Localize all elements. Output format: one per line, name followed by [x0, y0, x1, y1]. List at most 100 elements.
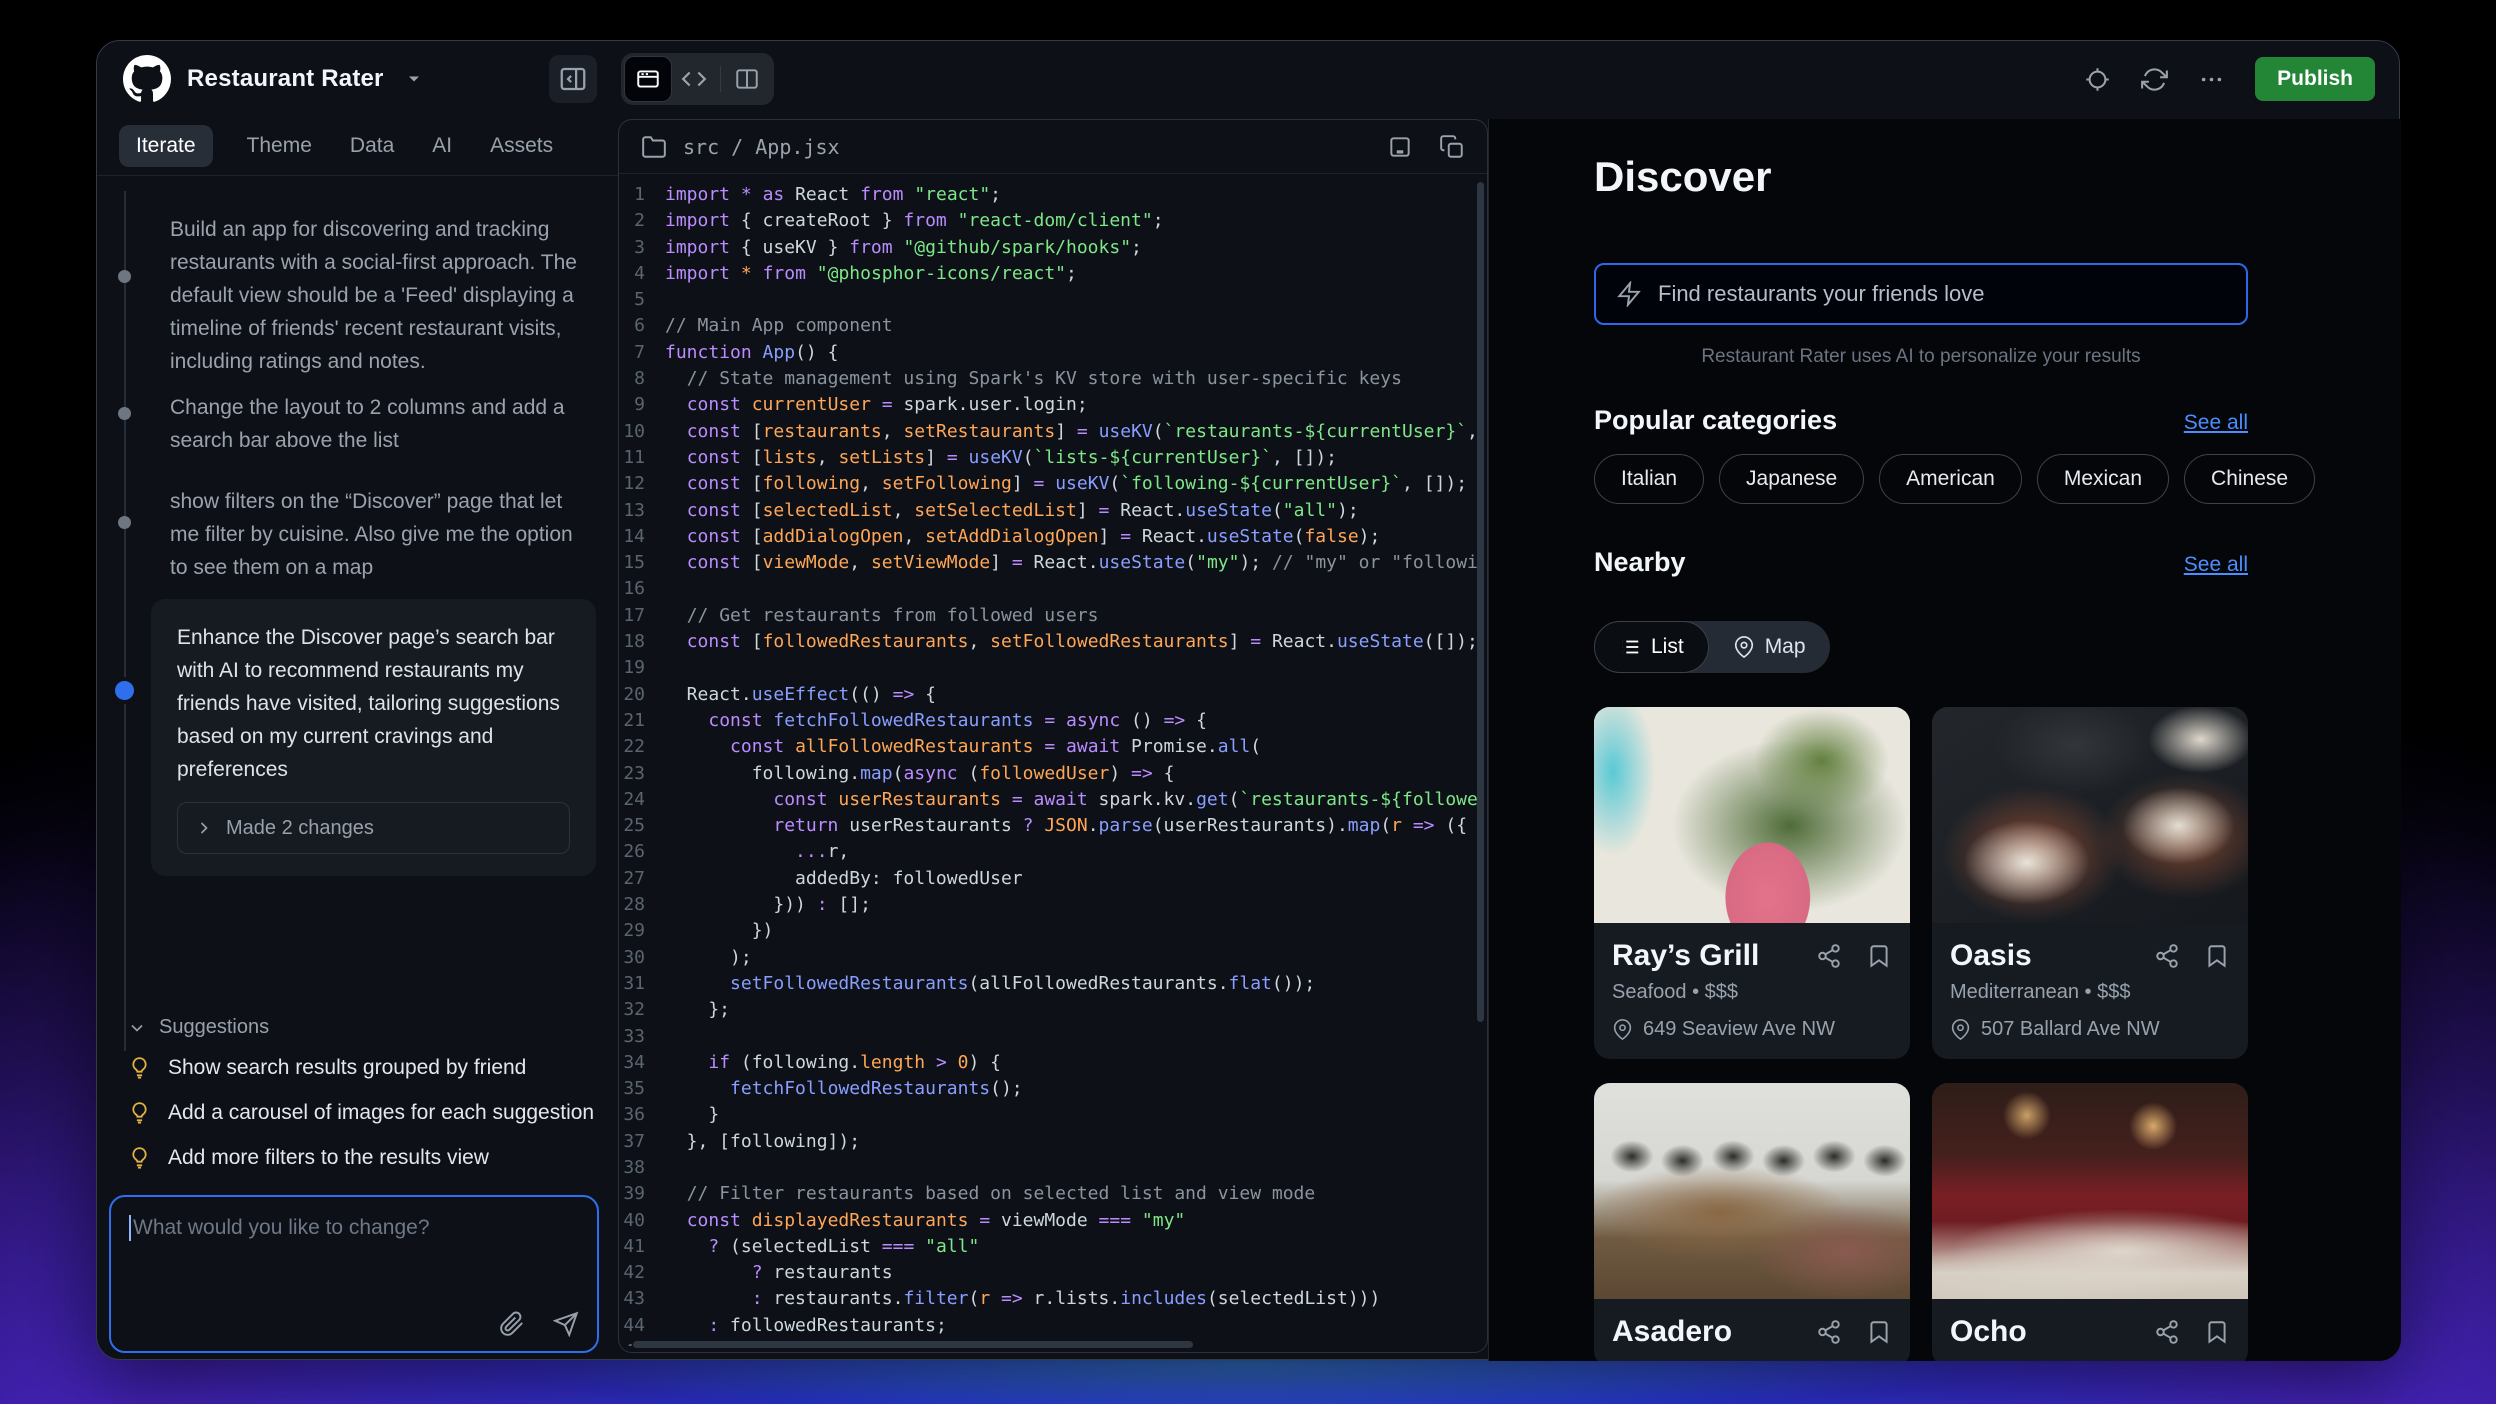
made-changes-button[interactable]: Made 2 changes	[177, 802, 570, 854]
timeline-item-text: Enhance the Discover page’s search bar w…	[177, 621, 570, 786]
folder-icon[interactable]	[641, 134, 667, 160]
send-button[interactable]	[553, 1311, 579, 1337]
tab-assets[interactable]: Assets	[486, 125, 557, 167]
publish-button[interactable]: Publish	[2255, 57, 2375, 101]
lightbulb-icon	[127, 1055, 152, 1080]
restaurant-card[interactable]: Ocho	[1932, 1083, 2248, 1361]
code-line: 17 // Get restaurants from followed user…	[619, 603, 1487, 629]
restaurant-name: Oasis	[1950, 939, 2154, 973]
more-options-button[interactable]	[2198, 66, 2225, 93]
suggestion-item[interactable]: Add a carousel of images for each sugges…	[127, 1100, 594, 1125]
popular-see-all-link[interactable]: See all	[2184, 411, 2248, 435]
code-line: 25 return userRestaurants ? JSON.parse(u…	[619, 813, 1487, 839]
suggestion-text: Show search results grouped by friend	[168, 1056, 526, 1080]
search-input[interactable]: Find restaurants your friends love	[1594, 263, 2248, 325]
code-line: 36 }	[619, 1102, 1487, 1128]
suggestion-item[interactable]: Add more filters to the results view	[127, 1145, 489, 1170]
chip-mexican[interactable]: Mexican	[2037, 454, 2169, 504]
print-button[interactable]	[1387, 134, 1413, 160]
tab-data[interactable]: Data	[346, 125, 398, 167]
timeline-item[interactable]: Build an app for discovering and trackin…	[170, 213, 578, 378]
restaurant-meta: Seafood • $$$	[1612, 981, 1892, 1005]
share-icon[interactable]	[1816, 1319, 1842, 1345]
preview-view-button[interactable]	[625, 57, 671, 101]
app-window: Restaurant Rater	[96, 40, 2400, 1360]
nearby-title: Nearby	[1594, 547, 1686, 578]
code-line: 11 const [lists, setLists] = useKV(`list…	[619, 445, 1487, 471]
chip-japanese[interactable]: Japanese	[1719, 454, 1864, 504]
tab-iterate[interactable]: Iterate	[119, 125, 213, 167]
code-line: 1import * as React from "react";	[619, 182, 1487, 208]
tab-theme[interactable]: Theme	[243, 125, 316, 167]
vertical-scrollbar[interactable]	[1477, 182, 1484, 1022]
chevron-down-icon	[127, 1018, 147, 1038]
toggle-map-label: Map	[1765, 635, 1806, 659]
refresh-icon	[2141, 66, 2168, 93]
split-columns-icon	[734, 66, 760, 92]
text-cursor	[129, 1215, 131, 1241]
restaurant-card[interactable]: Ray’s Grill Seafood • $$$ 649 Seaview Av…	[1594, 707, 1910, 1059]
timeline-dot-active	[115, 681, 134, 700]
prompt-placeholder: What would you like to change?	[133, 1216, 430, 1240]
timeline-rail	[124, 191, 126, 1051]
bookmark-icon[interactable]	[2204, 1319, 2230, 1345]
refresh-button[interactable]	[2141, 66, 2168, 93]
code-line: 30 );	[619, 945, 1487, 971]
chip-chinese[interactable]: Chinese	[2184, 454, 2315, 504]
chip-italian[interactable]: Italian	[1594, 454, 1704, 504]
copy-button[interactable]	[1439, 134, 1465, 160]
prompt-input[interactable]: What would you like to change?	[109, 1195, 599, 1353]
file-path: src / App.jsx	[683, 135, 840, 159]
restaurant-grid: Ray’s Grill Seafood • $$$ 649 Seaview Av…	[1594, 707, 2248, 1361]
code-line: 40 const displayedRestaurants = viewMode…	[619, 1208, 1487, 1234]
print-icon	[1387, 134, 1413, 160]
share-icon[interactable]	[2154, 943, 2180, 969]
brand[interactable]: Restaurant Rater	[123, 55, 424, 103]
attach-button[interactable]	[499, 1311, 525, 1337]
code-line: 41 ? (selectedList === "all"	[619, 1234, 1487, 1260]
lightbulb-icon	[127, 1100, 152, 1125]
view-switcher	[621, 53, 774, 105]
popular-section-header: Popular categories See all	[1594, 405, 2248, 436]
bookmark-icon[interactable]	[1866, 1319, 1892, 1345]
bookmark-icon[interactable]	[2204, 943, 2230, 969]
collapse-sidebar-button[interactable]	[549, 55, 597, 103]
split-view-button[interactable]	[724, 57, 770, 101]
chevron-down-icon[interactable]	[404, 69, 424, 89]
code-line: 13 const [selectedList, setSelectedList]…	[619, 498, 1487, 524]
timeline-item[interactable]: Change the layout to 2 columns and add a…	[170, 391, 578, 457]
suggestion-item[interactable]: Show search results grouped by friend	[127, 1055, 526, 1080]
restaurant-card[interactable]: Oasis Mediterranean • $$$ 507 Ballard Av…	[1932, 707, 2248, 1059]
divider	[720, 66, 721, 92]
suggestions-header[interactable]: Suggestions	[127, 1016, 269, 1039]
restaurant-card[interactable]: Asadero	[1594, 1083, 1910, 1361]
timeline-item[interactable]: show filters on the “Discover” page that…	[170, 485, 578, 584]
popular-title: Popular categories	[1594, 405, 1837, 436]
code-view-button[interactable]	[671, 57, 717, 101]
restaurant-address: 649 Seaview Ave NW	[1643, 1018, 1835, 1041]
tab-ai[interactable]: AI	[428, 125, 456, 167]
list-map-toggle: List Map	[1594, 621, 1830, 673]
code-line: 7function App() {	[619, 340, 1487, 366]
toggle-map-button[interactable]: Map	[1709, 621, 1830, 673]
restaurant-name: Asadero	[1612, 1315, 1816, 1349]
category-chips: Italian Japanese American Mexican Chines…	[1594, 454, 2248, 504]
code-area[interactable]: 1import * as React from "react";2import …	[619, 174, 1487, 1346]
share-icon[interactable]	[2154, 1319, 2180, 1345]
code-editor-panel: src / App.jsx 1import * as React from "r…	[618, 119, 1488, 1353]
target-button[interactable]	[2084, 66, 2111, 93]
code-line: 35 fetchFollowedRestaurants();	[619, 1076, 1487, 1102]
code-line: 2import { createRoot } from "react-dom/c…	[619, 208, 1487, 234]
code-line: 20 React.useEffect(() => {	[619, 682, 1487, 708]
share-icon[interactable]	[1816, 943, 1842, 969]
code-line: 27 addedBy: followedUser	[619, 866, 1487, 892]
nearby-see-all-link[interactable]: See all	[2184, 553, 2248, 577]
bookmark-icon[interactable]	[1866, 943, 1892, 969]
toggle-list-button[interactable]: List	[1594, 621, 1709, 673]
lightbulb-icon	[127, 1145, 152, 1170]
chip-american[interactable]: American	[1879, 454, 2022, 504]
horizontal-scrollbar[interactable]	[633, 1341, 1193, 1348]
code-line: 23 following.map(async (followedUser) =>…	[619, 761, 1487, 787]
timeline-item-active[interactable]: Enhance the Discover page’s search bar w…	[151, 599, 596, 876]
timeline-dot	[118, 516, 131, 529]
